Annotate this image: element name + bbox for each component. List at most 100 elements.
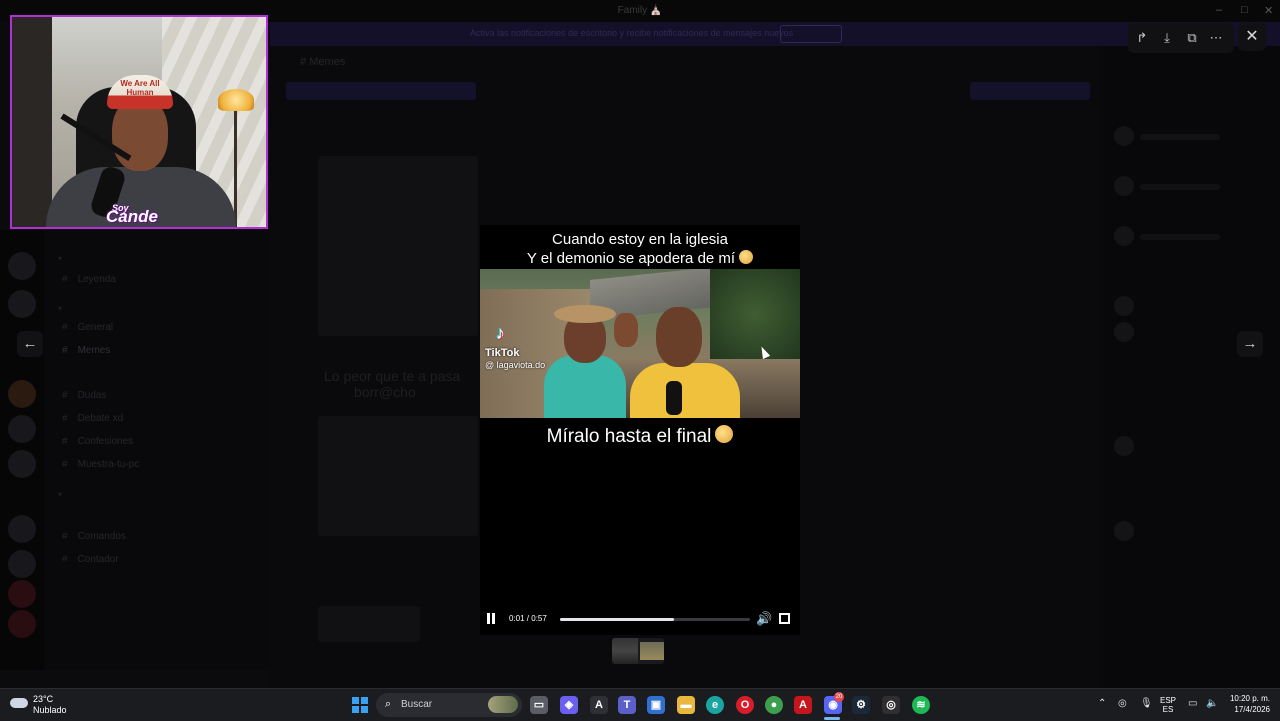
store-icon[interactable]: ▣ bbox=[647, 696, 665, 714]
laughing-emoji-icon bbox=[739, 250, 754, 264]
copilot-icon[interactable]: ◈ bbox=[560, 696, 578, 714]
channel-item[interactable]: # Contador bbox=[62, 554, 119, 565]
member-avatar[interactable] bbox=[1114, 436, 1134, 456]
channel-item[interactable]: # Comandos bbox=[62, 531, 126, 542]
lamp bbox=[218, 89, 254, 111]
channel-list: ▾ # Leyenda ▾ # General # Memes # Dudas # Deb… bbox=[44, 230, 270, 670]
spotify-icon[interactable]: ≋ bbox=[912, 696, 930, 714]
chat-media[interactable] bbox=[318, 606, 420, 642]
member-avatar[interactable] bbox=[1114, 226, 1134, 246]
video-progress-bar[interactable] bbox=[560, 618, 750, 621]
next-media-button[interactable]: → bbox=[1237, 331, 1263, 357]
channel-item[interactable]: # Confesiones bbox=[62, 436, 133, 447]
previous-media-button[interactable]: ← bbox=[17, 331, 43, 357]
cloud-icon bbox=[10, 698, 28, 708]
system-clock[interactable]: 10:20 p. m. 17/4/2026 bbox=[1230, 693, 1270, 715]
network-sync-icon[interactable]: ◎ bbox=[1118, 698, 1127, 709]
server-icon[interactable] bbox=[8, 610, 36, 638]
weather-condition: Nublado bbox=[33, 705, 67, 715]
more-options-icon[interactable]: ⋯ bbox=[1208, 30, 1224, 46]
obs-icon[interactable]: ◎ bbox=[882, 696, 900, 714]
fullscreen-icon[interactable] bbox=[779, 613, 790, 624]
steam-icon[interactable]: ⚙ bbox=[852, 696, 870, 714]
member-avatar[interactable] bbox=[1114, 521, 1134, 541]
viewer-toolbar: ↱ ⤓ ⧉ ⋯ bbox=[1128, 23, 1234, 53]
channel-category: ▾ bbox=[58, 490, 64, 499]
video-caption-top: Cuando estoy en la iglesia bbox=[552, 231, 728, 248]
gaming-app-icon[interactable]: A bbox=[590, 696, 608, 714]
streamer-logo: Soy Cande bbox=[106, 203, 158, 226]
chat-media[interactable] bbox=[318, 416, 478, 536]
server-rail bbox=[0, 230, 44, 670]
weather-temperature: 23°C bbox=[33, 694, 54, 704]
server-icon[interactable] bbox=[8, 380, 36, 408]
channel-item[interactable]: # Dudas bbox=[62, 390, 106, 401]
member-avatar[interactable] bbox=[1114, 126, 1134, 146]
interview-mic bbox=[666, 381, 682, 415]
video-frame: ♪ TikTok @ lagaviota.do bbox=[480, 269, 800, 418]
volume-icon[interactable]: 🔊 bbox=[756, 611, 772, 627]
channel-item[interactable]: # Leyenda bbox=[62, 274, 116, 285]
chat-media[interactable] bbox=[318, 156, 478, 336]
laughing-emoji-icon bbox=[715, 425, 734, 443]
search-placeholder: Buscar bbox=[401, 699, 433, 710]
search-icon: ⌕ bbox=[385, 698, 392, 710]
thumbnail[interactable] bbox=[612, 638, 638, 664]
channel-item[interactable]: # Muestra-tu-pc bbox=[62, 459, 139, 470]
member-avatar[interactable] bbox=[1114, 176, 1134, 196]
acrobat-icon[interactable]: A bbox=[794, 696, 812, 714]
windows-start-icon[interactable] bbox=[352, 697, 368, 713]
speaker-icon[interactable]: 🔈 bbox=[1206, 698, 1218, 709]
video-controls: 0:01 / 0:57 🔊 bbox=[480, 609, 800, 629]
server-icon[interactable] bbox=[8, 515, 36, 543]
edge-icon[interactable]: e bbox=[706, 696, 724, 714]
member-avatar[interactable] bbox=[1114, 322, 1134, 342]
channel-item-active[interactable]: # Memes bbox=[62, 345, 110, 356]
minimize-icon[interactable]: – bbox=[1216, 4, 1222, 16]
windows-taskbar: 23°C Nublado ⌕ Buscar ▭ ◈ A T ▣ ▬ e O ● A ◉ ⚙ ◎ ≋ 20 … bbox=[0, 688, 1280, 721]
channel-category: ▾ bbox=[58, 254, 64, 263]
member-list bbox=[1100, 46, 1280, 688]
video-player[interactable]: Cuando estoy en la iglesia Y el demonio … bbox=[480, 225, 800, 635]
task-view-icon[interactable]: ▭ bbox=[530, 696, 548, 714]
server-icon[interactable] bbox=[8, 580, 36, 608]
forward-icon[interactable]: ↱ bbox=[1134, 30, 1150, 46]
close-viewer-button[interactable]: ✕ bbox=[1238, 23, 1266, 51]
channel-item[interactable]: # Debate xd bbox=[62, 413, 123, 424]
open-external-icon[interactable]: ⧉ bbox=[1184, 30, 1200, 46]
maximize-icon[interactable]: □ bbox=[1241, 4, 1248, 16]
video-progress-fill bbox=[560, 618, 674, 621]
download-icon[interactable]: ⤓ bbox=[1159, 30, 1175, 46]
video-time: 0:01 / 0:57 bbox=[509, 614, 547, 623]
chevron-up-icon[interactable]: ⌃ bbox=[1098, 698, 1106, 709]
language-indicator[interactable]: ESP ES bbox=[1160, 696, 1176, 714]
window-close-icon[interactable]: ✕ bbox=[1264, 4, 1273, 17]
media-thumbnail-strip[interactable] bbox=[612, 638, 664, 664]
server-icon[interactable] bbox=[8, 290, 36, 318]
thumbnail[interactable] bbox=[640, 642, 664, 660]
taskbar-search[interactable]: ⌕ Buscar bbox=[376, 693, 522, 717]
display-icon[interactable]: ▭ bbox=[1188, 698, 1197, 709]
chat-message: Lo peor que te a pasa borr@cho bbox=[318, 366, 478, 416]
teams-icon[interactable]: T bbox=[618, 696, 636, 714]
server-icon[interactable] bbox=[8, 450, 36, 478]
channel-category: ▾ bbox=[58, 304, 64, 313]
pause-icon[interactable] bbox=[486, 613, 496, 624]
opera-icon[interactable]: O bbox=[736, 696, 754, 714]
video-caption-bottom: Míralo hasta el final bbox=[480, 425, 800, 448]
chrome-icon[interactable]: ● bbox=[765, 696, 783, 714]
server-icon[interactable] bbox=[8, 550, 36, 578]
file-explorer-icon[interactable]: ▬ bbox=[677, 696, 695, 714]
search-highlight-image bbox=[488, 696, 518, 713]
channel-item[interactable]: # General bbox=[62, 322, 113, 333]
webcam-overlay: We Are All Human Soy Cande bbox=[10, 15, 268, 229]
cap-text: We Are All Human bbox=[120, 79, 160, 97]
microphone-icon[interactable]: 🎙 bbox=[1140, 698, 1153, 709]
server-icon[interactable] bbox=[8, 252, 36, 280]
server-icon[interactable] bbox=[8, 415, 36, 443]
chat-pill bbox=[286, 82, 476, 100]
tiktok-brand: TikTok bbox=[485, 347, 520, 359]
member-avatar[interactable] bbox=[1114, 296, 1134, 316]
banner-button[interactable] bbox=[780, 25, 842, 43]
video-caption-second: Y el demonio se apodera de mí bbox=[480, 249, 800, 268]
